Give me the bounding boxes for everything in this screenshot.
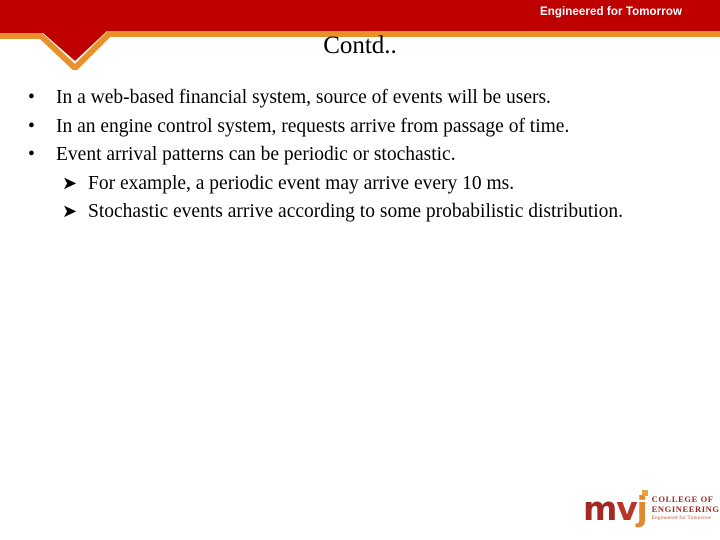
list-item: • Event arrival patterns can be periodic… xyxy=(14,141,710,169)
bullet-dot-icon: • xyxy=(28,115,35,137)
sub-list-item: ➤ Stochastic events arrive according to … xyxy=(14,198,710,226)
logo-letter-m: m xyxy=(583,488,617,528)
slide-title: Contd.. xyxy=(323,32,397,59)
secondary-bullet-list: ➤ For example, a periodic event may arri… xyxy=(14,170,710,226)
logo-square-icon xyxy=(641,489,648,496)
bullet-dot-icon: • xyxy=(28,144,35,165)
list-item-text: In an engine control system, requests ar… xyxy=(56,115,570,137)
list-item: • In a web-based financial system, sourc… xyxy=(14,84,710,112)
slide-body: • In a web-based financial system, sourc… xyxy=(14,84,710,226)
logo-letter-v: v xyxy=(616,488,638,528)
list-item-text: Event arrival patterns can be periodic o… xyxy=(56,144,456,165)
slide-canvas: Engineered for Tomorrow Contd.. • In a w… xyxy=(0,0,720,540)
logo-line-college-of: COLLEGE OF xyxy=(651,494,714,504)
arrow-right-icon: ➤ xyxy=(62,172,78,194)
logo-line-tagline: Engineered for Tomorrow xyxy=(651,515,712,521)
arrow-right-icon: ➤ xyxy=(62,200,78,222)
header-tagline: Engineered for Tomorrow xyxy=(539,6,682,18)
logo-line-engineering: ENGINEERING xyxy=(651,504,720,514)
mvj-college-logo: mvj COLLEGE OF ENGINEERING Engineered fo… xyxy=(583,488,719,528)
primary-bullet-list: • In a web-based financial system, sourc… xyxy=(14,84,710,169)
list-item-text: In a web-based financial system, source … xyxy=(56,87,551,108)
sub-list-item-text: Stochastic events arrive according to so… xyxy=(88,200,624,222)
list-item: • In an engine control system, requests … xyxy=(14,113,710,141)
sub-list-item: ➤ For example, a periodic event may arri… xyxy=(14,170,710,198)
logo-text-block: COLLEGE OF ENGINEERING Engineered for To… xyxy=(652,494,720,522)
logo-wordmark: mvj xyxy=(583,488,648,528)
sub-list-item-text: For example, a periodic event may arrive… xyxy=(88,172,515,194)
bullet-dot-icon: • xyxy=(28,87,35,108)
